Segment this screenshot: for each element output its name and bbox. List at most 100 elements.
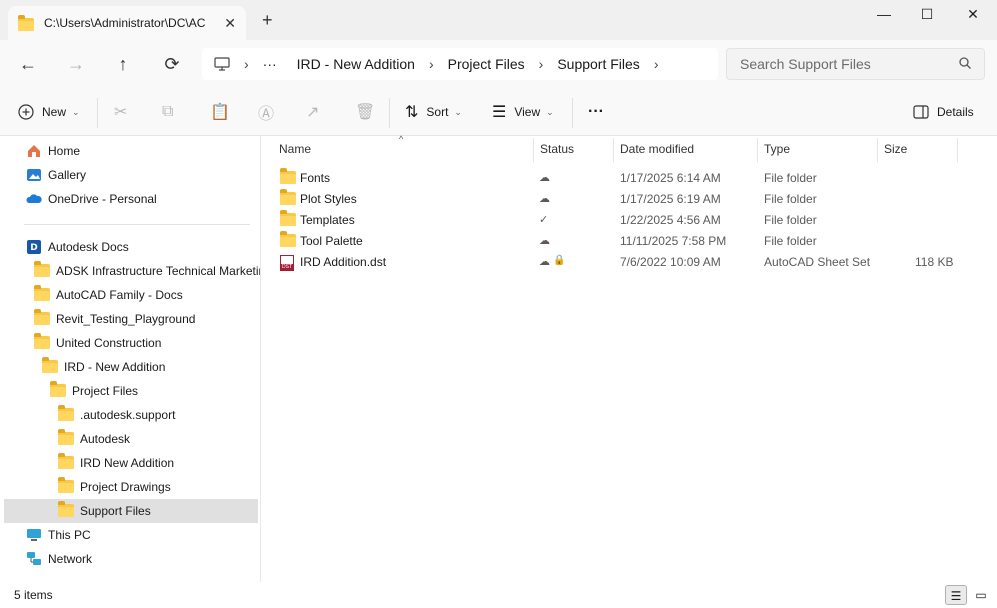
search-icon (959, 57, 971, 69)
scissors-icon: ✂ (114, 104, 128, 121)
file-row-fonts[interactable]: Fonts ☁ 1/17/2025 6:14 AM File folder (276, 167, 976, 188)
file-row-ird-addition-dst[interactable]: IRD Addition.dst ☁ 🔒 7/6/2022 10:09 AM A… (276, 251, 976, 272)
column-header-type[interactable]: Type (764, 142, 790, 156)
sidebar-item-label: This PC (48, 528, 91, 542)
paste-button[interactable]: 📋 (210, 102, 238, 122)
sidebar-item-adsk-infrastructure[interactable]: ADSK Infrastructure Technical Marketing (34, 259, 260, 283)
sidebar-item-autocad-family[interactable]: AutoCAD Family - Docs (34, 283, 183, 307)
refresh-button[interactable]: ⟳ (160, 52, 184, 76)
folder-icon (34, 309, 50, 327)
chevron-right-icon[interactable]: › (429, 56, 434, 72)
file-row-plot-styles[interactable]: Plot Styles ☁ 1/17/2025 6:19 AM File fol… (276, 188, 976, 209)
new-button[interactable]: New ⌄ (18, 102, 80, 122)
new-label: New (42, 105, 67, 119)
sort-caret-icon: ^ (399, 134, 404, 144)
chevron-right-icon[interactable]: › (539, 56, 544, 72)
rename-button[interactable]: Ⓐ (258, 102, 282, 123)
plus-circle-icon (18, 104, 34, 120)
new-tab-button[interactable]: + (262, 11, 273, 29)
maximize-button[interactable]: ☐ (907, 6, 947, 26)
toolbar-divider (572, 98, 573, 128)
file-row-tool-palette[interactable]: Tool Palette ☁ 11/11/2025 7:58 PM File f… (276, 230, 976, 251)
file-date: 1/17/2025 6:14 AM (620, 171, 721, 185)
minimize-button[interactable]: — (864, 6, 904, 26)
more-options-button[interactable]: ··· (588, 102, 604, 122)
file-name: Templates (300, 213, 355, 227)
tiles-view-button[interactable]: ▭ (970, 585, 992, 605)
folder-icon (42, 357, 58, 375)
sidebar-item-ird-new-addition-sub[interactable]: IRD New Addition (58, 451, 174, 475)
delete-button[interactable]: 🗑 (355, 102, 383, 122)
list-view-icon: ☰ (950, 589, 962, 603)
folder-icon (58, 429, 74, 447)
sidebar-item-autodesk-docs[interactable]: D Autodesk Docs (26, 235, 129, 259)
details-label: Details (937, 105, 974, 119)
column-separator[interactable] (613, 138, 614, 162)
breadcrumb-support-files[interactable]: Support Files (557, 56, 639, 72)
sidebar-item-label: Project Drawings (80, 480, 171, 494)
sidebar-item-label: Support Files (80, 504, 151, 518)
column-header-name[interactable]: Name (279, 142, 311, 156)
sidebar-item-project-drawings[interactable]: Project Drawings (58, 475, 171, 499)
breadcrumb-project-files[interactable]: Project Files (448, 56, 525, 72)
view-lines-icon: ☰ (492, 104, 507, 121)
details-view-button[interactable]: ☰ (945, 585, 967, 605)
column-header-size[interactable]: Size (884, 142, 907, 156)
file-date: 7/6/2022 10:09 AM (620, 255, 721, 269)
sidebar-item-home[interactable]: Home (26, 139, 80, 163)
sidebar-item-autodesk[interactable]: Autodesk (58, 427, 130, 451)
cut-button[interactable]: ✂ (114, 102, 135, 122)
search-placeholder: Search Support Files (740, 56, 871, 72)
share-button[interactable]: ↗ (306, 102, 327, 122)
sidebar-item-label: Network (48, 552, 93, 566)
back-button[interactable]: ← (16, 52, 40, 76)
view-button[interactable]: ☰ View ⌄ (492, 102, 554, 122)
chevron-right-icon[interactable]: › (654, 56, 659, 72)
column-separator[interactable] (533, 138, 534, 162)
status-bar: 5 items ☰ ▭ (0, 582, 997, 608)
sidebar-item-this-pc[interactable]: This PC (26, 523, 91, 547)
details-pane-icon (913, 105, 929, 119)
folder-icon (58, 405, 74, 423)
details-button[interactable]: Details (913, 102, 974, 122)
folder-icon (34, 333, 50, 351)
close-window-button[interactable]: ✕ (953, 6, 993, 26)
sidebar-item-onedrive[interactable]: OneDrive - Personal (26, 187, 157, 211)
column-separator[interactable] (957, 138, 958, 162)
sidebar-item-united-construction[interactable]: United Construction (34, 331, 161, 355)
view-label: View (514, 105, 541, 119)
sidebar-item-ird-new-addition[interactable]: IRD - New Addition (42, 355, 165, 379)
file-list: ^ Name Status Date modified Type Size Fo… (262, 134, 997, 582)
sidebar-item-label: IRD - New Addition (64, 360, 166, 374)
tab-current[interactable]: C:\Users\Administrator\DC\AC ✕ (8, 6, 246, 40)
sidebar-item-network[interactable]: Network (26, 547, 92, 571)
address-bar[interactable]: › ··· IRD - New Addition › Project Files… (202, 48, 718, 80)
column-separator[interactable] (877, 138, 878, 162)
sidebar-item-revit-testing[interactable]: Revit_Testing_Playground (34, 307, 195, 331)
sidebar-item-autodesk-support[interactable]: .autodesk.support (58, 403, 175, 427)
column-separator[interactable] (757, 138, 758, 162)
sidebar-item-gallery[interactable]: Gallery (26, 163, 86, 187)
breadcrumb-ird-new-addition[interactable]: IRD - New Addition (297, 56, 415, 72)
folder-icon (34, 285, 50, 303)
sort-icon: ⇅ (405, 104, 419, 121)
sidebar-item-support-files[interactable]: Support Files (4, 499, 258, 523)
close-tab-icon[interactable]: ✕ (224, 15, 236, 32)
column-header-date-modified[interactable]: Date modified (620, 142, 694, 156)
forward-button[interactable]: → (64, 52, 88, 76)
sidebar-item-project-files[interactable]: Project Files (50, 379, 138, 403)
copy-button[interactable]: ⧉ (162, 102, 181, 122)
breadcrumb-ellipsis[interactable]: ··· (263, 56, 277, 72)
column-header-status[interactable]: Status (540, 142, 574, 156)
paste-icon: 📋 (210, 104, 230, 121)
up-button[interactable]: ↑ (111, 52, 135, 76)
file-row-templates[interactable]: Templates ✓ 1/22/2025 4:56 AM File folde… (276, 209, 976, 230)
search-input[interactable]: Search Support Files (726, 48, 985, 80)
this-pc-icon (26, 527, 42, 543)
toolbar-divider (389, 98, 390, 128)
cloud-icon: ☁ (539, 172, 550, 184)
sidebar-item-label: OneDrive - Personal (48, 192, 157, 206)
folder-icon (18, 14, 34, 31)
sidebar-item-label: Autodesk Docs (48, 240, 129, 254)
sort-button[interactable]: ⇅ Sort ⌄ (405, 102, 462, 122)
